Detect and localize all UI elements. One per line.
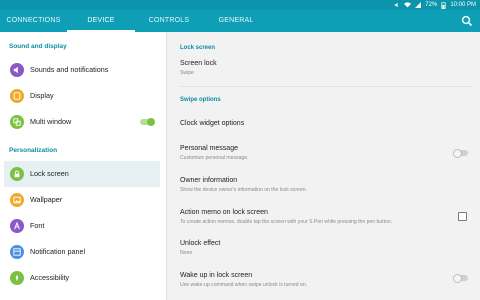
- section-personalization: Personalization: [9, 147, 58, 154]
- wake-up-subtitle: Use wake-up command when swipe unlock is…: [180, 282, 308, 288]
- mute-icon: [394, 2, 398, 8]
- sidebar-item-label: Accessibility: [30, 273, 70, 282]
- tab-controls[interactable]: CONTROLS: [135, 10, 203, 32]
- display-icon: [10, 89, 24, 103]
- screen-lock-title: Screen lock: [180, 60, 217, 67]
- battery-icon: [441, 1, 446, 9]
- personal-message-toggle[interactable]: [453, 149, 468, 158]
- tab-device[interactable]: DEVICE: [67, 10, 135, 32]
- status-bar: 72% 10:00 PM: [0, 0, 480, 10]
- status-icons: 72% 10:00 PM: [394, 0, 476, 10]
- sidebar-item-notification-panel[interactable]: Notification panel: [4, 239, 160, 265]
- owner-information-title: Owner information: [180, 177, 238, 184]
- clock-widget-options-title: Clock widget options: [180, 120, 245, 127]
- sidebar-item-label: Lock screen: [30, 169, 69, 178]
- sidebar-item-sounds-and-notifications[interactable]: Sounds and notifications: [4, 57, 160, 83]
- lock-screen-settings-pane: Lock screen Screen lock Swipe Swipe opti…: [168, 32, 480, 300]
- speaker-icon: [10, 63, 24, 77]
- sidebar-item-label: Display: [30, 91, 54, 100]
- wallpaper-icon: [10, 193, 24, 207]
- action-memo-checkbox[interactable]: [458, 212, 467, 221]
- toggle-knob: [453, 274, 462, 283]
- wifi-icon: [404, 2, 412, 8]
- search-icon[interactable]: [460, 14, 474, 28]
- sidebar-item-wallpaper[interactable]: Wallpaper: [4, 187, 160, 213]
- sidebar-item-label: Font: [30, 221, 45, 230]
- sidebar-item-display[interactable]: Display: [4, 83, 160, 109]
- section-lock-screen: Lock screen: [180, 45, 216, 51]
- tab-general[interactable]: GENERAL: [203, 10, 269, 32]
- clock: 10:00 PM: [450, 2, 476, 8]
- wake-up-title: Wake up in lock screen: [180, 272, 253, 279]
- unlock-effect-value: None: [180, 250, 193, 256]
- screen-lock-value: Swipe: [180, 70, 194, 76]
- owner-information-subtitle: Show the device owner's information on t…: [180, 187, 307, 193]
- personal-message-title: Personal message: [180, 145, 238, 152]
- battery-percent: 72%: [425, 2, 438, 8]
- settings-sidebar: Sound and display Sounds and notificatio…: [0, 32, 167, 300]
- toggle-knob: [453, 149, 462, 158]
- settings-tab-bar: CONNECTIONS DEVICE CONTROLS GENERAL: [0, 10, 480, 32]
- sidebar-item-label: Sounds and notifications: [30, 65, 109, 74]
- action-memo-subtitle: To create action memos, double tap the s…: [180, 219, 393, 225]
- signal-icon: [415, 2, 422, 8]
- sidebar-item-label: Notification panel: [30, 247, 86, 256]
- sidebar-item-accessibility[interactable]: Accessibility: [4, 265, 160, 291]
- unlock-effect-title: Unlock effect: [180, 240, 221, 247]
- tab-connections[interactable]: CONNECTIONS: [0, 10, 67, 32]
- accessibility-icon: [10, 271, 24, 285]
- section-swipe-options: Swipe options: [180, 97, 221, 103]
- personal-message-subtitle: Customize personal message.: [180, 155, 249, 161]
- sidebar-item-multi-window[interactable]: Multi window: [4, 109, 160, 135]
- wake-up-toggle[interactable]: [453, 274, 468, 283]
- action-memo-title: Action memo on lock screen: [180, 209, 268, 216]
- font-icon: [10, 219, 24, 233]
- section-sound-and-display: Sound and display: [9, 43, 67, 50]
- multi-window-icon: [10, 115, 24, 129]
- notification-panel-icon: [10, 245, 24, 259]
- sidebar-item-font[interactable]: Font: [4, 213, 160, 239]
- lock-icon: [10, 167, 24, 181]
- toggle-knob: [147, 118, 155, 126]
- multi-window-toggle[interactable]: [140, 118, 155, 126]
- divider: [180, 86, 472, 87]
- sidebar-item-label: Multi window: [30, 117, 72, 126]
- sidebar-item-lock-screen[interactable]: Lock screen: [4, 161, 160, 187]
- sidebar-item-label: Wallpaper: [30, 195, 63, 204]
